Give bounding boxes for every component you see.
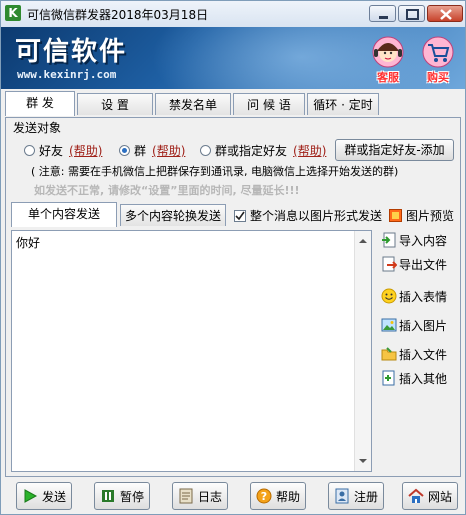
minimize-icon xyxy=(379,16,388,19)
send-as-image-label: 整个消息以图片形式发送 xyxy=(250,209,383,223)
maximize-button[interactable] xyxy=(398,5,425,22)
tab-greetings[interactable]: 问 候 语 xyxy=(233,93,305,115)
buy-button[interactable]: 购买 xyxy=(419,33,457,84)
close-icon xyxy=(440,9,452,20)
export-file-label: 导出文件 xyxy=(399,257,448,272)
tab-single-content[interactable]: 单个内容发送 xyxy=(11,202,117,227)
insert-other-button[interactable]: 插入其他 xyxy=(381,367,447,389)
scroll-down-icon[interactable] xyxy=(355,453,371,469)
log-label: 日志 xyxy=(197,489,222,504)
brand-banner: 可信软件 www.kexinrj.com 客服 购买 xyxy=(1,27,465,89)
register-label: 注册 xyxy=(353,489,378,504)
insert-file-label: 插入文件 xyxy=(399,347,448,362)
tab-group-send[interactable]: 群 发 xyxy=(5,91,75,116)
insert-other-icon xyxy=(382,370,395,386)
add-target-button[interactable]: 群或指定好友-添加 xyxy=(335,139,454,161)
send-as-image-checkbox[interactable]: 整个消息以图片形式发送 xyxy=(234,207,382,224)
brand-url[interactable]: www.kexinrj.com xyxy=(17,68,116,81)
export-file-button[interactable]: 导出文件 xyxy=(381,253,447,275)
buy-label: 购买 xyxy=(427,71,449,84)
insert-other-label: 插入其他 xyxy=(399,371,448,386)
checkbox-box[interactable] xyxy=(234,209,246,222)
message-text[interactable]: 你好 xyxy=(16,234,40,251)
help-link-groups-or-friends[interactable]: (帮助) xyxy=(293,142,326,159)
send-label: 发送 xyxy=(41,489,66,504)
customer-service-button[interactable]: 客服 xyxy=(369,33,407,84)
maximize-icon xyxy=(406,9,419,20)
help-link-groups[interactable]: (帮助) xyxy=(152,142,185,159)
website-button[interactable]: 网站 xyxy=(402,482,458,510)
customer-service-icon xyxy=(372,36,404,68)
pause-icon xyxy=(101,490,114,502)
radio-dot[interactable] xyxy=(200,145,211,156)
insert-picture-button[interactable]: 插入图片 xyxy=(381,314,447,336)
log-icon xyxy=(179,488,193,504)
customer-service-label: 客服 xyxy=(377,71,399,84)
title-bar[interactable]: K 可信微信群发器2018年03月18日 xyxy=(1,1,465,28)
radio-groups-or-friends-label: 群或指定好友 xyxy=(215,144,288,158)
home-icon xyxy=(408,488,424,503)
app-logo-icon: K xyxy=(5,5,21,21)
close-button[interactable] xyxy=(427,5,463,22)
pause-button[interactable]: 暂停 xyxy=(94,482,150,510)
warning-text: 如发送不正常, 请修改“设置”里面的时间, 尽量延长!!! xyxy=(34,184,300,197)
log-button[interactable]: 日志 xyxy=(172,482,228,510)
image-preview-label: 图片预览 xyxy=(406,209,455,223)
help-button[interactable]: ? 帮助 xyxy=(250,482,306,510)
image-preview-button[interactable]: 图片预览 xyxy=(389,207,454,224)
send-target-label: 发送对象 xyxy=(13,121,62,135)
export-icon xyxy=(382,256,397,272)
radio-groups-or-friends[interactable]: 群或指定好友 (帮助) xyxy=(200,142,326,159)
register-icon xyxy=(335,488,349,504)
insert-file-button[interactable]: 插入文件 xyxy=(381,343,447,365)
main-tabs: 群 发 设 置 禁发名单 问 候 语 循环 · 定时 xyxy=(5,91,463,117)
radio-dot[interactable] xyxy=(24,145,35,156)
radio-friends-label: 好友 xyxy=(39,144,64,158)
message-editor[interactable]: 你好 xyxy=(11,230,372,472)
tab-rotate-content[interactable]: 多个内容轮换发送 xyxy=(120,204,226,226)
register-button[interactable]: 注册 xyxy=(328,482,384,510)
help-icon: ? xyxy=(256,488,272,504)
play-icon xyxy=(24,489,38,503)
import-icon xyxy=(382,232,396,248)
radio-groups[interactable]: 群 (帮助) xyxy=(119,142,185,159)
editor-scrollbar[interactable] xyxy=(354,231,371,471)
import-content-label: 导入内容 xyxy=(399,233,448,248)
shopping-cart-icon xyxy=(422,36,454,68)
tab-loop-timer[interactable]: 循环 · 定时 xyxy=(307,93,379,115)
help-label: 帮助 xyxy=(275,489,300,504)
image-preview-icon xyxy=(389,209,402,222)
notice-text: ( 注意: 需要在手机微信上把群保存到通讯录, 电脑微信上选择开始发送的群) xyxy=(31,165,399,178)
help-link-friends[interactable]: (帮助) xyxy=(69,142,102,159)
brand-title: 可信软件 xyxy=(15,37,128,67)
insert-emoji-label: 插入表情 xyxy=(399,289,448,304)
radio-dot-selected[interactable] xyxy=(119,145,130,156)
scroll-up-icon[interactable] xyxy=(355,233,371,249)
picture-icon xyxy=(381,318,397,332)
insert-emoji-button[interactable]: 插入表情 xyxy=(381,285,447,307)
tab-blocklist[interactable]: 禁发名单 xyxy=(155,93,231,115)
checkmark-icon xyxy=(235,211,245,220)
folder-icon xyxy=(381,347,397,361)
minimize-button[interactable] xyxy=(369,5,396,22)
radio-friends[interactable]: 好友 (帮助) xyxy=(24,142,102,159)
svg-text:?: ? xyxy=(261,490,267,503)
tab-settings[interactable]: 设 置 xyxy=(77,93,153,115)
smiley-icon xyxy=(381,288,397,304)
radio-groups-label: 群 xyxy=(134,144,147,158)
window-title: 可信微信群发器2018年03月18日 xyxy=(27,8,209,22)
pause-label: 暂停 xyxy=(119,489,144,504)
website-label: 网站 xyxy=(427,489,452,504)
import-content-button[interactable]: 导入内容 xyxy=(381,229,447,251)
insert-picture-label: 插入图片 xyxy=(399,318,448,333)
app-window: K 可信微信群发器2018年03月18日 可信软件 www.kexinrj.co… xyxy=(0,0,466,515)
send-button[interactable]: 发送 xyxy=(16,482,72,510)
